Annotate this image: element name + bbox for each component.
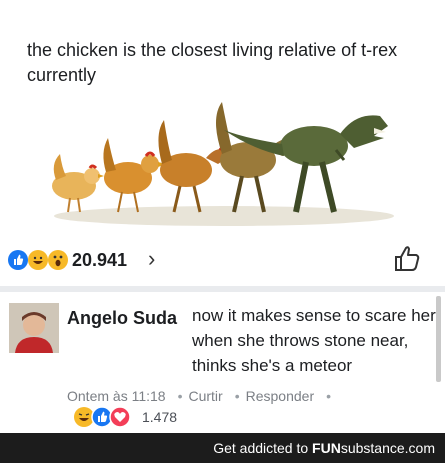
haha-icon [74,407,94,427]
like-button[interactable] [392,244,422,279]
reply-link[interactable]: Responder [246,388,315,404]
chicken-to-trex-illustration [52,102,394,226]
watermark-footer: Get addicted to FUNsubstance.com [0,433,445,463]
comment-reactions[interactable] [73,405,139,429]
footer-brand-bold: FUN [312,440,341,456]
section-divider [0,286,445,292]
comment-timestamp[interactable]: Ontem às 11:18 [67,388,166,404]
post-text: the chicken is the closest living relati… [27,40,398,85]
comment-author[interactable]: Angelo Suda [67,308,177,329]
love-icon [109,406,131,428]
reaction-bar: 20.941 › [0,236,445,286]
like-icon [91,406,113,428]
like-icon[interactable] [8,250,28,270]
footer-brand-rest: substance.com [340,440,435,456]
comment-reaction-count[interactable]: 1.478 [142,409,177,425]
thumbs-up-icon [395,246,420,271]
avatar[interactable] [9,303,59,353]
wow-icon[interactable] [48,250,68,270]
haha-icon[interactable] [28,250,48,270]
footer-prefix: Get addicted to [213,440,309,456]
comment-text: now it makes sense to scare her when she… [192,306,436,375]
like-comment-link[interactable]: Curtir [188,388,222,404]
chevron-right-icon[interactable]: › [148,246,155,272]
comment-meta: Ontem às 11:18 • Curtir • Responder • [67,388,332,404]
reaction-count[interactable]: 20.941 [72,250,127,271]
scrollbar[interactable] [436,296,441,382]
